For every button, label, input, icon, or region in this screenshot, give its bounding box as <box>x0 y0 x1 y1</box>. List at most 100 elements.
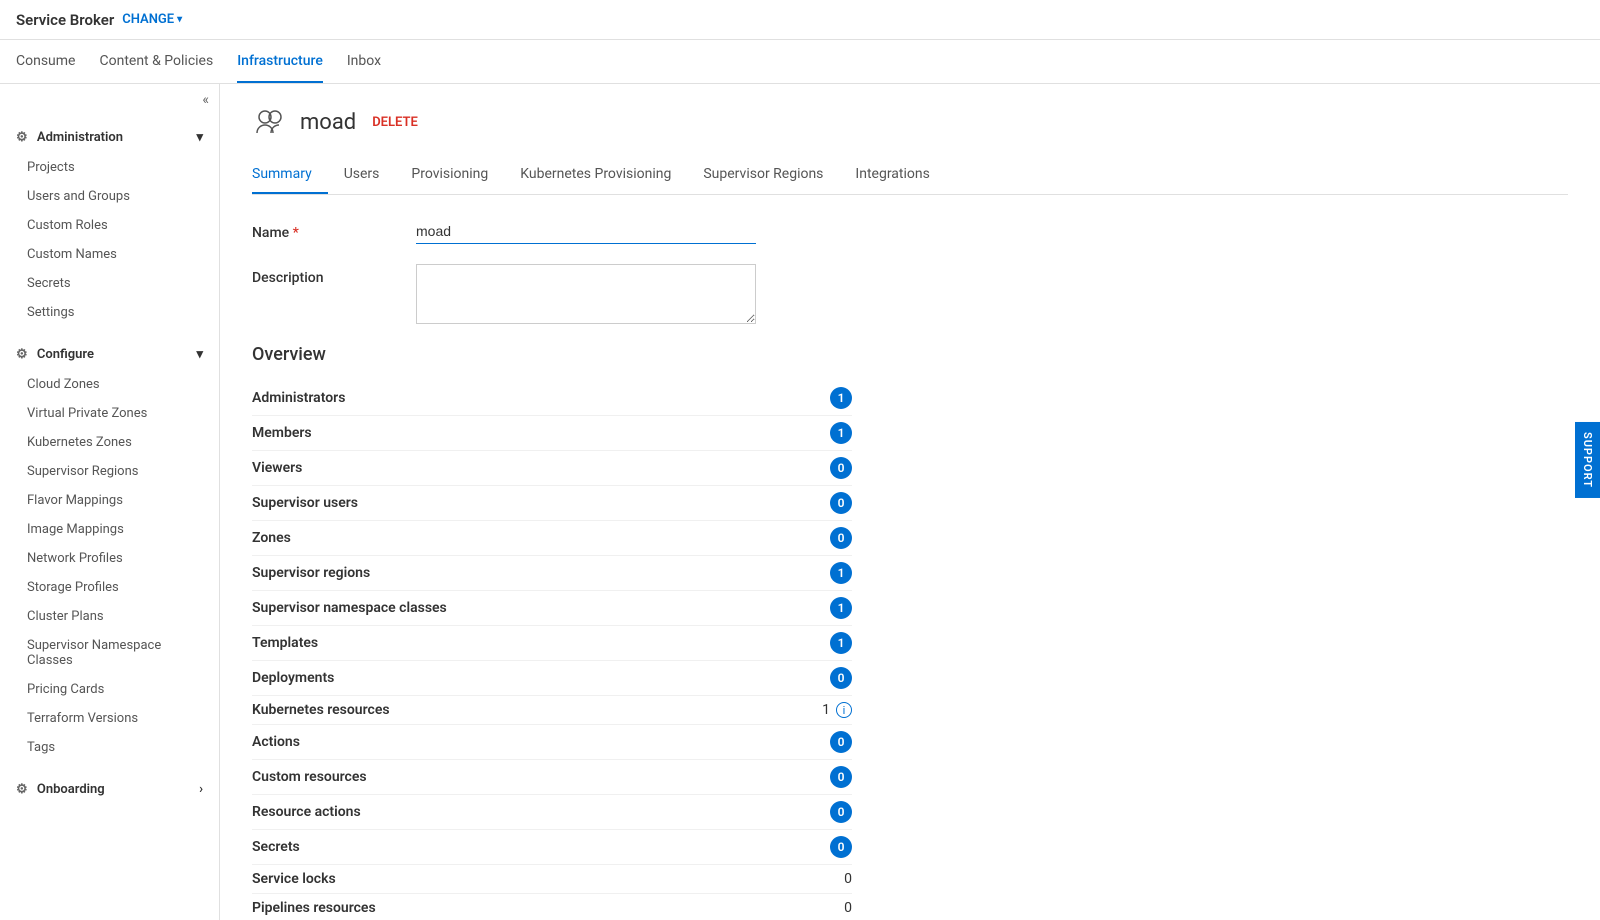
sidebar-item-storage-profiles[interactable]: Storage Profiles <box>0 573 219 602</box>
overview-row-custom-resources: Custom resources 0 <box>252 760 852 795</box>
description-label: Description <box>252 264 392 286</box>
badge-actions: 0 <box>830 731 852 753</box>
badge-templates: 1 <box>830 632 852 654</box>
overview-row-service-locks: Service locks 0 <box>252 865 852 894</box>
overview-section: Overview Administrators 1 Members 1 View… <box>252 344 1568 920</box>
overview-row-pipelines-resources: Pipelines resources 0 <box>252 894 852 920</box>
sidebar-collapse: « <box>0 84 219 116</box>
sidebar-section-onboarding: ⚙ Onboarding › <box>0 768 219 811</box>
sidebar-item-settings[interactable]: Settings <box>0 298 219 327</box>
nav-tab-inbox[interactable]: Inbox <box>347 41 381 83</box>
content-tab-summary[interactable]: Summary <box>252 156 328 194</box>
badge-supervisor-namespace-classes: 1 <box>830 597 852 619</box>
sidebar-section-header-configure[interactable]: ⚙ Configure ▾ <box>0 339 219 370</box>
info-icon[interactable]: i <box>836 702 852 718</box>
nav-tab-infrastructure[interactable]: Infrastructure <box>237 41 323 83</box>
badge-administrators: 1 <box>830 387 852 409</box>
overview-row-supervisor-users: Supervisor users 0 <box>252 486 852 521</box>
overview-row-actions: Actions 0 <box>252 725 852 760</box>
chevron-right-icon: › <box>199 782 203 797</box>
sidebar-item-users-groups[interactable]: Users and Groups <box>0 182 219 211</box>
content-tab-integrations[interactable]: Integrations <box>839 156 945 194</box>
sidebar-item-custom-roles[interactable]: Custom Roles <box>0 211 219 240</box>
content-tabs: Summary Users Provisioning Kubernetes Pr… <box>252 156 1568 195</box>
overview-row-zones: Zones 0 <box>252 521 852 556</box>
sidebar-section-header-onboarding[interactable]: ⚙ Onboarding › <box>0 774 219 805</box>
content-tab-kubernetes-provisioning[interactable]: Kubernetes Provisioning <box>504 156 687 194</box>
content-tab-provisioning[interactable]: Provisioning <box>395 156 504 194</box>
description-textarea[interactable] <box>416 264 756 324</box>
overview-row-administrators: Administrators 1 <box>252 381 852 416</box>
project-header: moad DELETE <box>252 104 1568 140</box>
overview-row-secrets: Secrets 0 <box>252 830 852 865</box>
name-input[interactable] <box>416 219 756 244</box>
form-row-name: Name * <box>252 219 1568 244</box>
overview-row-kubernetes-resources: Kubernetes resources 1 i <box>252 696 852 725</box>
sidebar-item-cloud-zones[interactable]: Cloud Zones <box>0 370 219 399</box>
sidebar-item-custom-names[interactable]: Custom Names <box>0 240 219 269</box>
sidebar-item-virtual-private-zones[interactable]: Virtual Private Zones <box>0 399 219 428</box>
chevron-down-icon: ▾ <box>196 130 203 145</box>
sidebar-item-network-profiles[interactable]: Network Profiles <box>0 544 219 573</box>
badge-secrets: 0 <box>830 836 852 858</box>
app-title: Service Broker <box>16 11 114 29</box>
overview-row-templates: Templates 1 <box>252 626 852 661</box>
badge-supervisor-regions: 1 <box>830 562 852 584</box>
nav-tab-content-policies[interactable]: Content & Policies <box>99 41 213 83</box>
sidebar-item-terraform-versions[interactable]: Terraform Versions <box>0 704 219 733</box>
delete-button[interactable]: DELETE <box>372 115 418 130</box>
support-tab[interactable]: SUPPORT <box>1575 422 1600 498</box>
sidebar-item-projects[interactable]: Projects <box>0 153 219 182</box>
change-button[interactable]: CHANGE ▾ <box>122 12 182 27</box>
gear-icon: ⚙ <box>16 782 28 797</box>
badge-viewers: 0 <box>830 457 852 479</box>
content-tab-users[interactable]: Users <box>328 156 396 194</box>
overview-row-supervisor-regions: Supervisor regions 1 <box>252 556 852 591</box>
overview-row-members: Members 1 <box>252 416 852 451</box>
sidebar-item-kubernetes-zones[interactable]: Kubernetes Zones <box>0 428 219 457</box>
overview-table: Administrators 1 Members 1 Viewers 0 Sup… <box>252 381 852 920</box>
sidebar-section-header-administration[interactable]: ⚙ Administration ▾ <box>0 122 219 153</box>
overview-row-deployments: Deployments 0 <box>252 661 852 696</box>
gear-icon: ⚙ <box>16 130 28 145</box>
sidebar-item-tags[interactable]: Tags <box>0 733 219 762</box>
name-label: Name * <box>252 219 392 241</box>
overview-row-supervisor-namespace-classes: Supervisor namespace classes 1 <box>252 591 852 626</box>
sidebar: « ⚙ Administration ▾ Projects Users and … <box>0 84 220 920</box>
sidebar-item-image-mappings[interactable]: Image Mappings <box>0 515 219 544</box>
sidebar-item-flavor-mappings[interactable]: Flavor Mappings <box>0 486 219 515</box>
required-indicator: * <box>293 225 299 241</box>
badge-members: 1 <box>830 422 852 444</box>
sidebar-section-administration: ⚙ Administration ▾ Projects Users and Gr… <box>0 116 219 333</box>
badge-supervisor-users: 0 <box>830 492 852 514</box>
gear-icon: ⚙ <box>16 347 28 362</box>
chevron-down-icon: ▾ <box>196 347 203 362</box>
overview-title: Overview <box>252 344 1568 365</box>
overview-row-resource-actions: Resource actions 0 <box>252 795 852 830</box>
sidebar-collapse-button[interactable]: « <box>202 92 209 108</box>
form-row-description: Description <box>252 264 1568 324</box>
badge-resource-actions: 0 <box>830 801 852 823</box>
badge-custom-resources: 0 <box>830 766 852 788</box>
content-tab-supervisor-regions[interactable]: Supervisor Regions <box>687 156 839 194</box>
chevron-down-icon: ▾ <box>177 14 182 25</box>
nav-tabs: Consume Content & Policies Infrastructur… <box>0 40 1600 84</box>
main-content: moad DELETE Summary Users Provisioning K… <box>220 84 1600 920</box>
count-service-locks: 0 <box>844 871 852 887</box>
project-icon <box>252 104 288 140</box>
badge-zones: 0 <box>830 527 852 549</box>
nav-tab-consume[interactable]: Consume <box>16 41 75 83</box>
sidebar-item-secrets[interactable]: Secrets <box>0 269 219 298</box>
top-bar: Service Broker CHANGE ▾ <box>0 0 1600 40</box>
sidebar-item-supervisor-namespace-classes[interactable]: Supervisor Namespace Classes <box>0 631 219 675</box>
body-layout: « ⚙ Administration ▾ Projects Users and … <box>0 84 1600 920</box>
badge-deployments: 0 <box>830 667 852 689</box>
sidebar-item-supervisor-regions[interactable]: Supervisor Regions <box>0 457 219 486</box>
overview-row-viewers: Viewers 0 <box>252 451 852 486</box>
project-name: moad <box>300 110 356 135</box>
count-pipelines-resources: 0 <box>844 900 852 916</box>
sidebar-section-configure: ⚙ Configure ▾ Cloud Zones Virtual Privat… <box>0 333 219 768</box>
count-kubernetes-resources: 1 i <box>822 702 852 718</box>
sidebar-item-cluster-plans[interactable]: Cluster Plans <box>0 602 219 631</box>
sidebar-item-pricing-cards[interactable]: Pricing Cards <box>0 675 219 704</box>
